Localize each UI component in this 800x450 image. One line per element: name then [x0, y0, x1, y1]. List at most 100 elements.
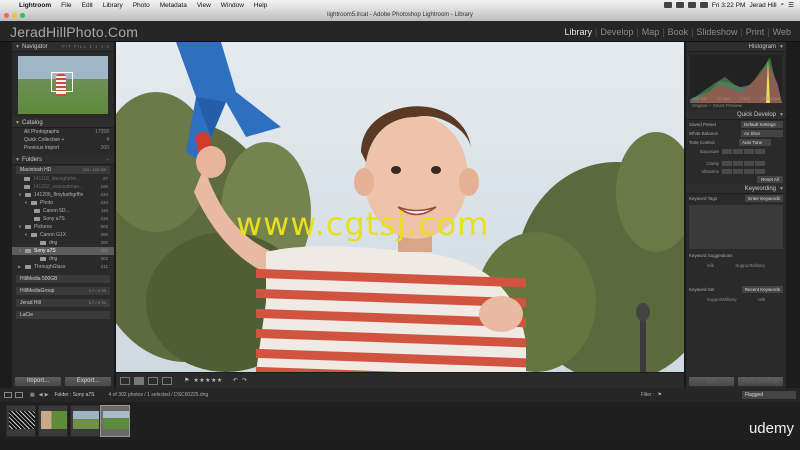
- module-print[interactable]: Print: [743, 27, 768, 37]
- folder-row[interactable]: dng 200: [12, 239, 114, 247]
- filmstrip-thumb-selected[interactable]: [100, 405, 130, 437]
- menu-library[interactable]: Library: [98, 2, 128, 9]
- histogram-header[interactable]: Histogram ▼: [686, 42, 786, 52]
- clarity-down-big-button[interactable]: [722, 160, 732, 166]
- folder-row[interactable]: ▶ ThroughGlass 211: [12, 263, 114, 271]
- catalog-header[interactable]: ▼ Catalog: [12, 118, 114, 128]
- forward-arrow-icon[interactable]: ▶: [45, 392, 49, 398]
- module-develop[interactable]: Develop: [597, 27, 636, 37]
- folder-row[interactable]: 141202_ssassatman... 100: [12, 183, 114, 191]
- expand-triangle-icon[interactable]: ▼: [24, 231, 29, 239]
- menu-window[interactable]: Window: [216, 2, 249, 9]
- grid-view-icon[interactable]: [120, 376, 130, 385]
- menu-view[interactable]: View: [192, 2, 216, 9]
- vibrance-up-big-button[interactable]: [755, 168, 765, 174]
- reset-all-button[interactable]: Reset All: [757, 176, 783, 183]
- rotate-left-icon[interactable]: ↶: [233, 377, 238, 384]
- filmstrip-thumb[interactable]: [38, 405, 68, 437]
- sync-settings-button[interactable]: Sync Settings: [738, 377, 783, 386]
- exposure-up-big-button[interactable]: [755, 148, 765, 154]
- module-web[interactable]: Web: [770, 27, 794, 37]
- menu-file[interactable]: File: [56, 2, 76, 9]
- volume-row[interactable]: LaCie: [16, 311, 110, 319]
- volume-row[interactable]: HillMediaGroup 0.7 / 3 TB: [16, 287, 110, 295]
- folder-row-selected[interactable]: ▼ Sony a7S 302: [12, 247, 114, 255]
- bottom-panel-edge[interactable]: [0, 440, 800, 450]
- expand-triangle-icon[interactable]: ▼: [18, 223, 23, 231]
- sync-button[interactable]: Sync: [689, 377, 734, 386]
- expand-triangle-icon[interactable]: ▼: [24, 199, 29, 207]
- catalog-row[interactable]: Quick Collection + 4: [12, 136, 114, 144]
- compare-view-icon[interactable]: [148, 376, 158, 385]
- menubar-user[interactable]: Jerad Hill: [749, 2, 776, 9]
- folder-row[interactable]: ▼ Photo 434: [12, 199, 114, 207]
- folder-row[interactable]: ▼ Canon G1X 200: [12, 231, 114, 239]
- folder-row[interactable]: 141118_itavegfathe... 27: [12, 175, 114, 183]
- display-1-icon[interactable]: [4, 392, 12, 398]
- catalog-row[interactable]: Previous Import 200: [12, 144, 114, 152]
- right-panel-edge[interactable]: [786, 42, 800, 388]
- folder-row[interactable]: dng 302: [12, 255, 114, 263]
- survey-view-icon[interactable]: [162, 376, 172, 385]
- navigator-zoom-options[interactable]: FIT FILL 1:1 1:3: [62, 42, 110, 52]
- keyword-set-item[interactable]: relk: [758, 297, 765, 302]
- filter-flag-icon[interactable]: ⚑: [658, 392, 662, 398]
- module-slideshow[interactable]: Slideshow: [693, 27, 740, 37]
- filmstrip-info[interactable]: 4 of 302 photos / 1 selected / DSC00225.…: [108, 392, 208, 398]
- import-button[interactable]: Import...: [15, 377, 61, 386]
- keyword-tags-textarea[interactable]: [689, 205, 783, 249]
- clarity-down-button[interactable]: [733, 160, 743, 166]
- module-library[interactable]: Library: [561, 27, 595, 37]
- star-rating[interactable]: ★★★★★: [193, 377, 222, 384]
- expand-triangle-icon[interactable]: ▼: [18, 191, 23, 199]
- expand-triangle-icon[interactable]: ▼: [18, 247, 23, 255]
- vibrance-up-button[interactable]: [744, 168, 754, 174]
- filmstrip-thumb[interactable]: [6, 405, 36, 437]
- vibrance-down-button[interactable]: [733, 168, 743, 174]
- folders-header[interactable]: ▼ Folders +: [12, 155, 114, 165]
- keyword-set-item[interactable]: SupportMilitary: [707, 297, 737, 302]
- volume-row[interactable]: Jerad Hill 0.7 / 3 TB: [16, 299, 110, 307]
- saved-preset-select[interactable]: Default Settings: [741, 121, 783, 128]
- module-book[interactable]: Book: [665, 27, 692, 37]
- keyword-set-select[interactable]: Recent Keywords: [741, 286, 783, 293]
- folder-row[interactable]: Sony a7S 318: [12, 215, 114, 223]
- navigator-preview[interactable]: [18, 56, 108, 114]
- volume-row[interactable]: HillMedia 500GB: [16, 275, 110, 283]
- loupe-view-icon[interactable]: [134, 376, 144, 385]
- catalog-row[interactable]: All Photographs 17258: [12, 128, 114, 136]
- keywording-header[interactable]: Keywording ▼: [686, 184, 786, 194]
- grid-icon[interactable]: ▦: [30, 392, 35, 398]
- folder-row[interactable]: ▼ Pictures 503: [12, 223, 114, 231]
- menu-photo[interactable]: Photo: [128, 2, 155, 9]
- zoom-window-button[interactable]: [20, 13, 25, 18]
- navigator-zoom-box[interactable]: [51, 72, 73, 92]
- rotate-right-icon[interactable]: ↷: [242, 377, 247, 384]
- quick-develop-header[interactable]: Quick Develop ▼: [686, 110, 786, 120]
- dropbox-icon[interactable]: [663, 2, 672, 8]
- exposure-down-button[interactable]: [733, 148, 743, 154]
- add-folder-icon[interactable]: +: [106, 155, 110, 165]
- close-window-button[interactable]: [4, 13, 9, 18]
- white-balance-select[interactable]: As Shot: [741, 130, 783, 137]
- filmstrip-source[interactable]: Folder : Sony a7S: [54, 392, 94, 398]
- menu-edit[interactable]: Edit: [77, 2, 98, 9]
- wifi-icon[interactable]: [675, 2, 684, 8]
- volume-row[interactable]: Macintosh HD 215 / 465 GB: [16, 166, 110, 174]
- menubar-clock[interactable]: Fri 3:22 PM: [712, 2, 746, 9]
- exposure-up-button[interactable]: [744, 148, 754, 154]
- clarity-up-big-button[interactable]: [755, 160, 765, 166]
- export-button[interactable]: Export...: [65, 377, 111, 386]
- keyword-suggestions-header[interactable]: Keyword Suggestions: [686, 251, 786, 260]
- clarity-up-button[interactable]: [744, 160, 754, 166]
- keyword-suggestion[interactable]: relk: [707, 263, 714, 268]
- module-map[interactable]: Map: [639, 27, 663, 37]
- display-2-icon[interactable]: [15, 392, 23, 398]
- folder-row[interactable]: ▼ 141206_flmybathgrffin 434: [12, 191, 114, 199]
- notification-icon[interactable]: ☰: [788, 1, 794, 9]
- search-icon[interactable]: ⌕: [781, 1, 785, 9]
- menu-metadata[interactable]: Metadata: [155, 2, 192, 9]
- flag-icon[interactable]: ⚑: [184, 377, 189, 384]
- vibrance-down-big-button[interactable]: [722, 168, 732, 174]
- menu-app[interactable]: Lightroom: [14, 2, 56, 9]
